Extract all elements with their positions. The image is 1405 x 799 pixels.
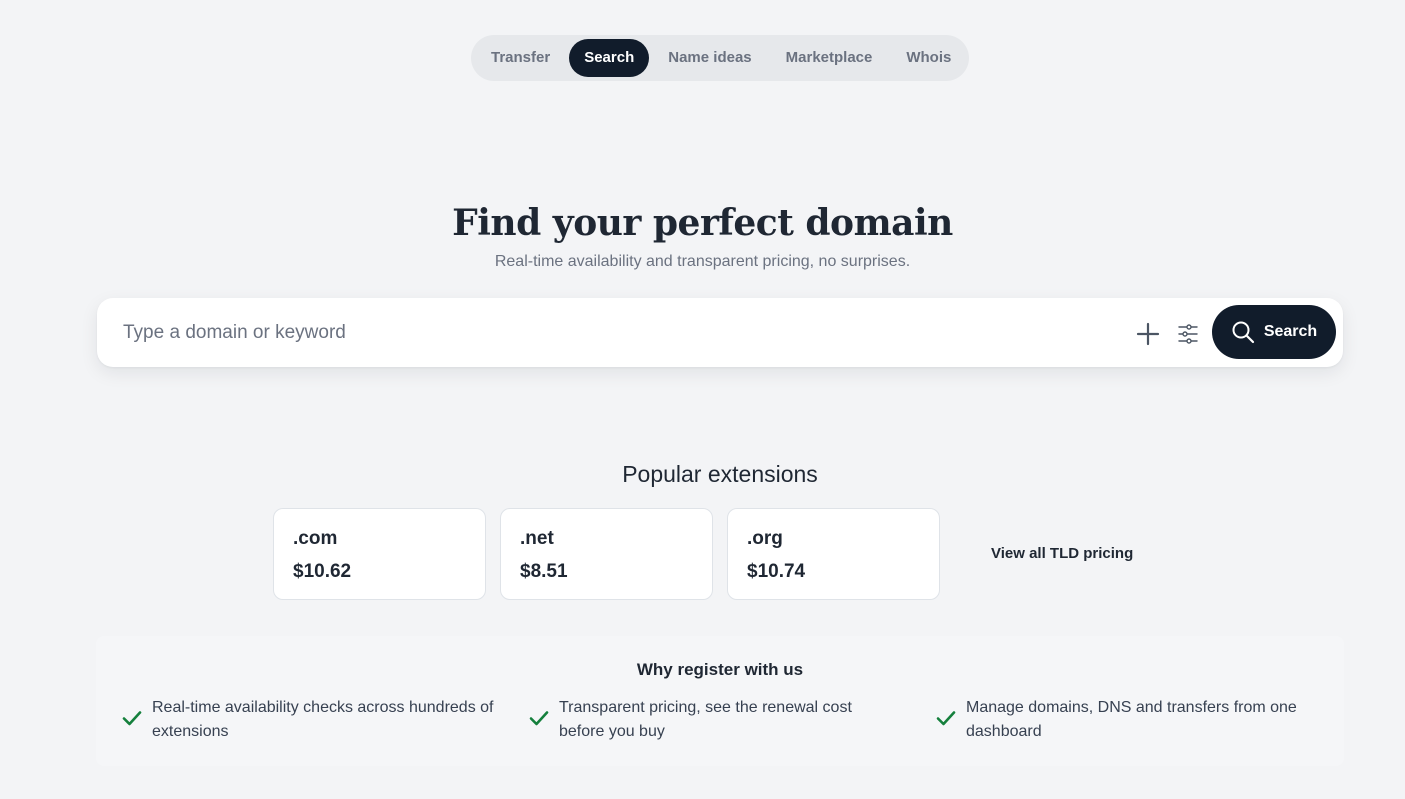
tab-marketplace[interactable]: Marketplace [771,39,888,77]
filter-sliders-icon[interactable] [1175,321,1201,347]
benefit-text: Real-time availability checks across hun… [152,699,494,740]
plus-icon[interactable] [1135,321,1161,347]
why-register-panel: Why register with us Real-time availabil… [96,636,1344,766]
view-all-tld-pricing-link[interactable]: View all TLD pricing [991,545,1133,562]
extension-card-org[interactable]: .org $10.74 [727,508,940,600]
benefit-item: Manage domains, DNS and transfers from o… [936,696,1326,744]
top-tab-bar: Transfer Search Name ideas Marketplace W… [471,35,969,81]
tab-whois[interactable]: Whois [891,39,966,77]
extension-name: .com [293,528,338,549]
extension-card-com[interactable]: .com $10.62 [273,508,486,600]
extension-price: $8.51 [520,561,568,582]
domain-search-bar: Search [97,298,1343,367]
extension-card-net[interactable]: .net $8.51 [500,508,713,600]
checkmark-icon [936,711,956,726]
search-button[interactable]: Search [1212,305,1336,359]
page-subtitle: Real-time availability and transparent p… [494,253,911,270]
popular-extensions-heading: Popular extensions [622,461,818,487]
tab-search[interactable]: Search [569,39,650,77]
page-title: Find your perfect domain [452,202,953,244]
checkmark-icon [529,711,549,726]
benefit-text: Manage domains, DNS and transfers from o… [966,699,1297,740]
extension-name: .net [520,528,554,549]
extension-price: $10.74 [747,561,806,582]
search-button-label: Search [1263,323,1318,340]
tab-name-ideas[interactable]: Name ideas [653,39,766,77]
why-register-heading: Why register with us [636,660,804,679]
benefit-text: Transparent pricing, see the renewal cos… [559,699,852,740]
search-icon [1231,320,1255,344]
extension-name: .org [747,528,783,549]
benefit-item: Real-time availability checks across hun… [122,696,502,744]
benefit-item: Transparent pricing, see the renewal cos… [529,696,879,744]
checkmark-icon [122,711,142,726]
tab-transfer[interactable]: Transfer [476,39,565,77]
domain-search-input[interactable] [121,308,1105,358]
extension-price: $10.62 [293,561,352,582]
